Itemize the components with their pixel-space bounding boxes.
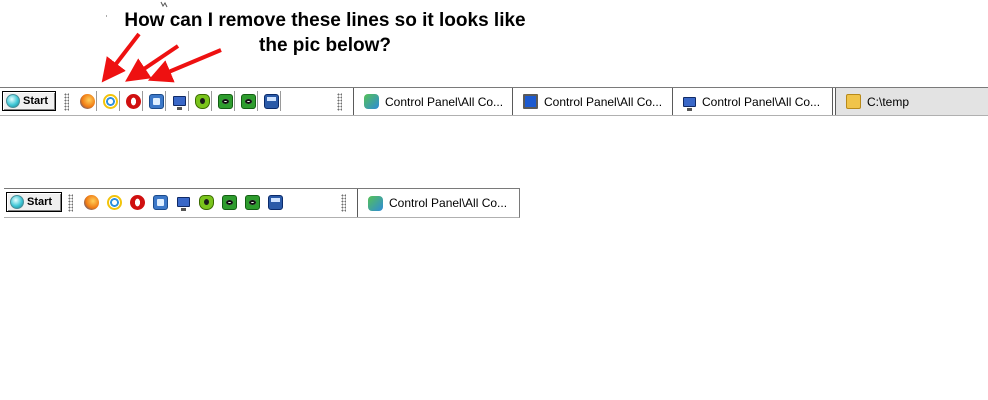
task-label: Control Panel\All Co... [389,196,508,210]
disk-tool-icon [148,93,164,109]
quicklaunch-opera[interactable] [128,192,146,212]
toolbar-grip[interactable] [68,194,73,212]
start-label: Start [23,95,49,107]
taskbar-current: Start Control Panel\All Co... Control Pa… [0,87,988,116]
quicklaunch-green-eye-2[interactable] [239,91,258,111]
taskbar-item-control-panel[interactable]: Control Panel\All Co... [357,189,519,217]
network-computer-icon [683,96,696,111]
internet-explorer-icon [106,194,122,210]
internet-explorer-icon [102,93,118,109]
quicklaunch-disk-tool[interactable] [147,91,166,111]
toolbar-grip[interactable] [341,194,346,212]
red-arrow [101,32,141,83]
monitor-icon [523,94,538,109]
taskbar-item-control-panel-3[interactable]: Control Panel\All Co... [673,88,833,115]
green-eye-icon [240,93,256,109]
taskbar-item-control-panel-2[interactable]: Control Panel\All Co... [513,88,673,115]
quicklaunch-ie[interactable] [105,192,123,212]
quicklaunch-network-computer[interactable] [174,192,192,212]
network-computer-icon [172,96,186,110]
opera-icon [125,93,141,109]
disk-tool-icon [152,194,168,210]
control-panel-icon [364,94,379,109]
quicklaunch-firefox[interactable] [82,192,100,212]
opera-icon [129,194,145,210]
green-eye-icon [244,194,260,210]
quicklaunch-ie[interactable] [101,91,120,111]
quicklaunch-green-eye-2[interactable] [243,192,261,212]
quicklaunch-shield-app[interactable] [193,91,212,111]
firefox-icon [83,194,99,210]
screen-capture-icon [263,93,279,109]
task-label: Control Panel\All Co... [702,94,821,109]
quicklaunch-screen-capture[interactable] [266,192,284,212]
toolbar-grip[interactable] [337,93,342,111]
start-button[interactable]: Start [2,91,56,111]
task-label: C:\temp [867,94,910,109]
quicklaunch-green-eye-1[interactable] [216,91,235,111]
quicklaunch-green-eye-1[interactable] [220,192,238,212]
start-orb-icon [6,94,20,108]
taskbar-desired: Start Control Panel\All Co... [4,188,520,218]
shield-app-icon [194,93,210,109]
quicklaunch-network-computer[interactable] [170,91,189,111]
start-orb-icon [10,195,24,209]
task-label: Control Panel\All Co... [385,94,504,109]
green-eye-icon [217,93,233,109]
control-panel-icon [368,195,383,211]
screen-capture-icon [267,194,283,210]
quicklaunch-opera[interactable] [124,91,143,111]
start-label: Start [27,196,53,208]
folder-icon [846,94,861,109]
shield-app-icon [198,194,214,210]
quicklaunch-screen-capture[interactable] [262,91,281,111]
quicklaunch-shield-app[interactable] [197,192,215,212]
toolbar-grip[interactable] [64,93,69,111]
task-label: Control Panel\All Co... [544,94,663,109]
green-eye-icon [221,194,237,210]
start-button[interactable]: Start [6,192,62,212]
quicklaunch-firefox[interactable] [78,91,97,111]
taskbar-item-control-panel-1[interactable]: Control Panel\All Co... [353,88,513,115]
quicklaunch-disk-tool[interactable] [151,192,169,212]
network-computer-icon [176,197,190,211]
taskbar-item-temp-folder[interactable]: C:\temp [835,88,988,115]
firefox-icon [79,93,95,109]
stray-mark [160,1,168,8]
